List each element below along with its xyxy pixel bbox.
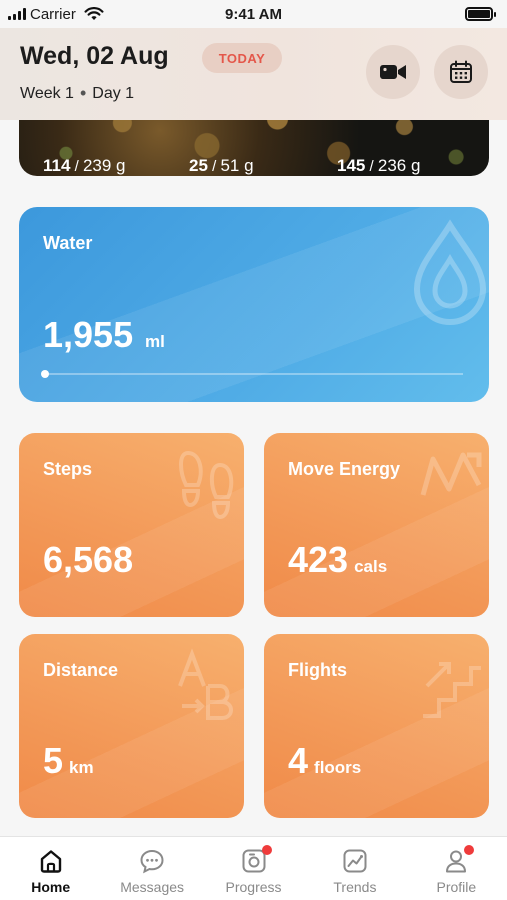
progress-camera-icon — [240, 845, 272, 875]
distance-unit: km — [69, 758, 94, 777]
tab-bar: Home Messages Progress Trends Profile — [0, 836, 507, 900]
status-left: Carrier — [8, 6, 104, 23]
water-value: 1,955 — [43, 314, 134, 355]
carrier-label: Carrier — [30, 5, 76, 23]
calendar-icon — [450, 60, 472, 83]
trend-chart-icon — [341, 847, 369, 875]
day-label: Day 1 — [92, 84, 135, 102]
footprints-icon — [179, 450, 234, 520]
distance-value-line: 5 km — [43, 740, 94, 782]
separator-dot: • — [79, 83, 87, 103]
stairs-icon — [423, 662, 481, 718]
steps-value-line: 6,568 — [43, 539, 133, 581]
tab-profile[interactable]: Profile — [406, 837, 507, 900]
status-bar: Carrier 9:41 AM — [0, 0, 507, 28]
energy-bolt-icon — [420, 452, 482, 496]
water-drop-icon — [413, 219, 487, 325]
tab-trends[interactable]: Trends — [304, 837, 405, 900]
calendar-button[interactable] — [434, 45, 488, 99]
week-day-line: Week 1 • Day 1 — [20, 83, 134, 104]
steps-value: 6,568 — [43, 539, 134, 580]
notification-badge — [464, 845, 475, 855]
macro-total: 236 g — [377, 156, 421, 175]
video-button[interactable] — [366, 45, 420, 99]
notification-badge — [261, 845, 272, 855]
wifi-icon — [84, 7, 104, 20]
move-energy-value: 423 — [288, 539, 349, 580]
move-energy-card[interactable]: Move Energy 423 cals — [264, 433, 489, 617]
macro-item: 114 / 239 g — [43, 156, 126, 175]
tab-progress[interactable]: Progress — [203, 837, 304, 900]
header: Wed, 02 Aug TODAY Week 1 • Day 1 — [0, 28, 507, 120]
tab-label: Home — [31, 879, 71, 895]
flights-value: 4 — [288, 740, 309, 781]
home-icon — [37, 847, 65, 875]
tab-label: Profile — [436, 879, 477, 895]
today-badge[interactable]: TODAY — [202, 43, 282, 73]
macro-total: 51 g — [220, 156, 254, 175]
macro-item: 145 / 236 g — [337, 156, 421, 175]
distance-value: 5 — [43, 740, 64, 781]
tab-label: Messages — [120, 879, 185, 895]
cellular-signal-icon — [8, 8, 26, 20]
distance-title: Distance — [43, 660, 119, 680]
move-energy-value-line: 423 cals — [288, 539, 387, 581]
water-card[interactable]: Water 1,955 ml — [19, 207, 489, 402]
macro-item: 25 / 51 g — [189, 156, 254, 175]
tab-label: Trends — [333, 879, 377, 895]
distance-a-to-b-icon — [178, 648, 233, 720]
flights-title: Flights — [288, 660, 347, 680]
tab-home[interactable]: Home — [0, 837, 101, 900]
week-label: Week 1 — [20, 84, 74, 102]
video-camera-icon — [380, 65, 406, 79]
flights-value-line: 4 floors — [288, 740, 361, 782]
tab-messages[interactable]: Messages — [101, 837, 202, 900]
date-title: Wed, 02 Aug — [20, 42, 169, 70]
macro-value: 25 — [189, 156, 208, 175]
macro-total: 239 g — [82, 156, 126, 175]
water-progress-knob — [41, 370, 49, 378]
water-progress-bar — [41, 370, 463, 378]
tab-label: Progress — [225, 879, 282, 895]
steps-card[interactable]: Steps 6,568 — [19, 433, 244, 617]
flights-unit: floors — [314, 758, 362, 777]
distance-card[interactable]: Distance 5 km — [19, 634, 244, 818]
move-energy-title: Move Energy — [288, 459, 401, 479]
steps-title: Steps — [43, 459, 93, 479]
water-title: Water — [43, 233, 93, 253]
macro-value: 145 — [337, 156, 366, 175]
move-energy-unit: cals — [354, 557, 388, 576]
battery-icon — [465, 7, 496, 21]
flights-card[interactable]: Flights 4 floors — [264, 634, 489, 818]
chat-bubble-icon — [138, 847, 166, 875]
macro-value: 114 — [43, 156, 71, 175]
water-unit: ml — [145, 332, 165, 351]
profile-icon — [442, 845, 475, 875]
